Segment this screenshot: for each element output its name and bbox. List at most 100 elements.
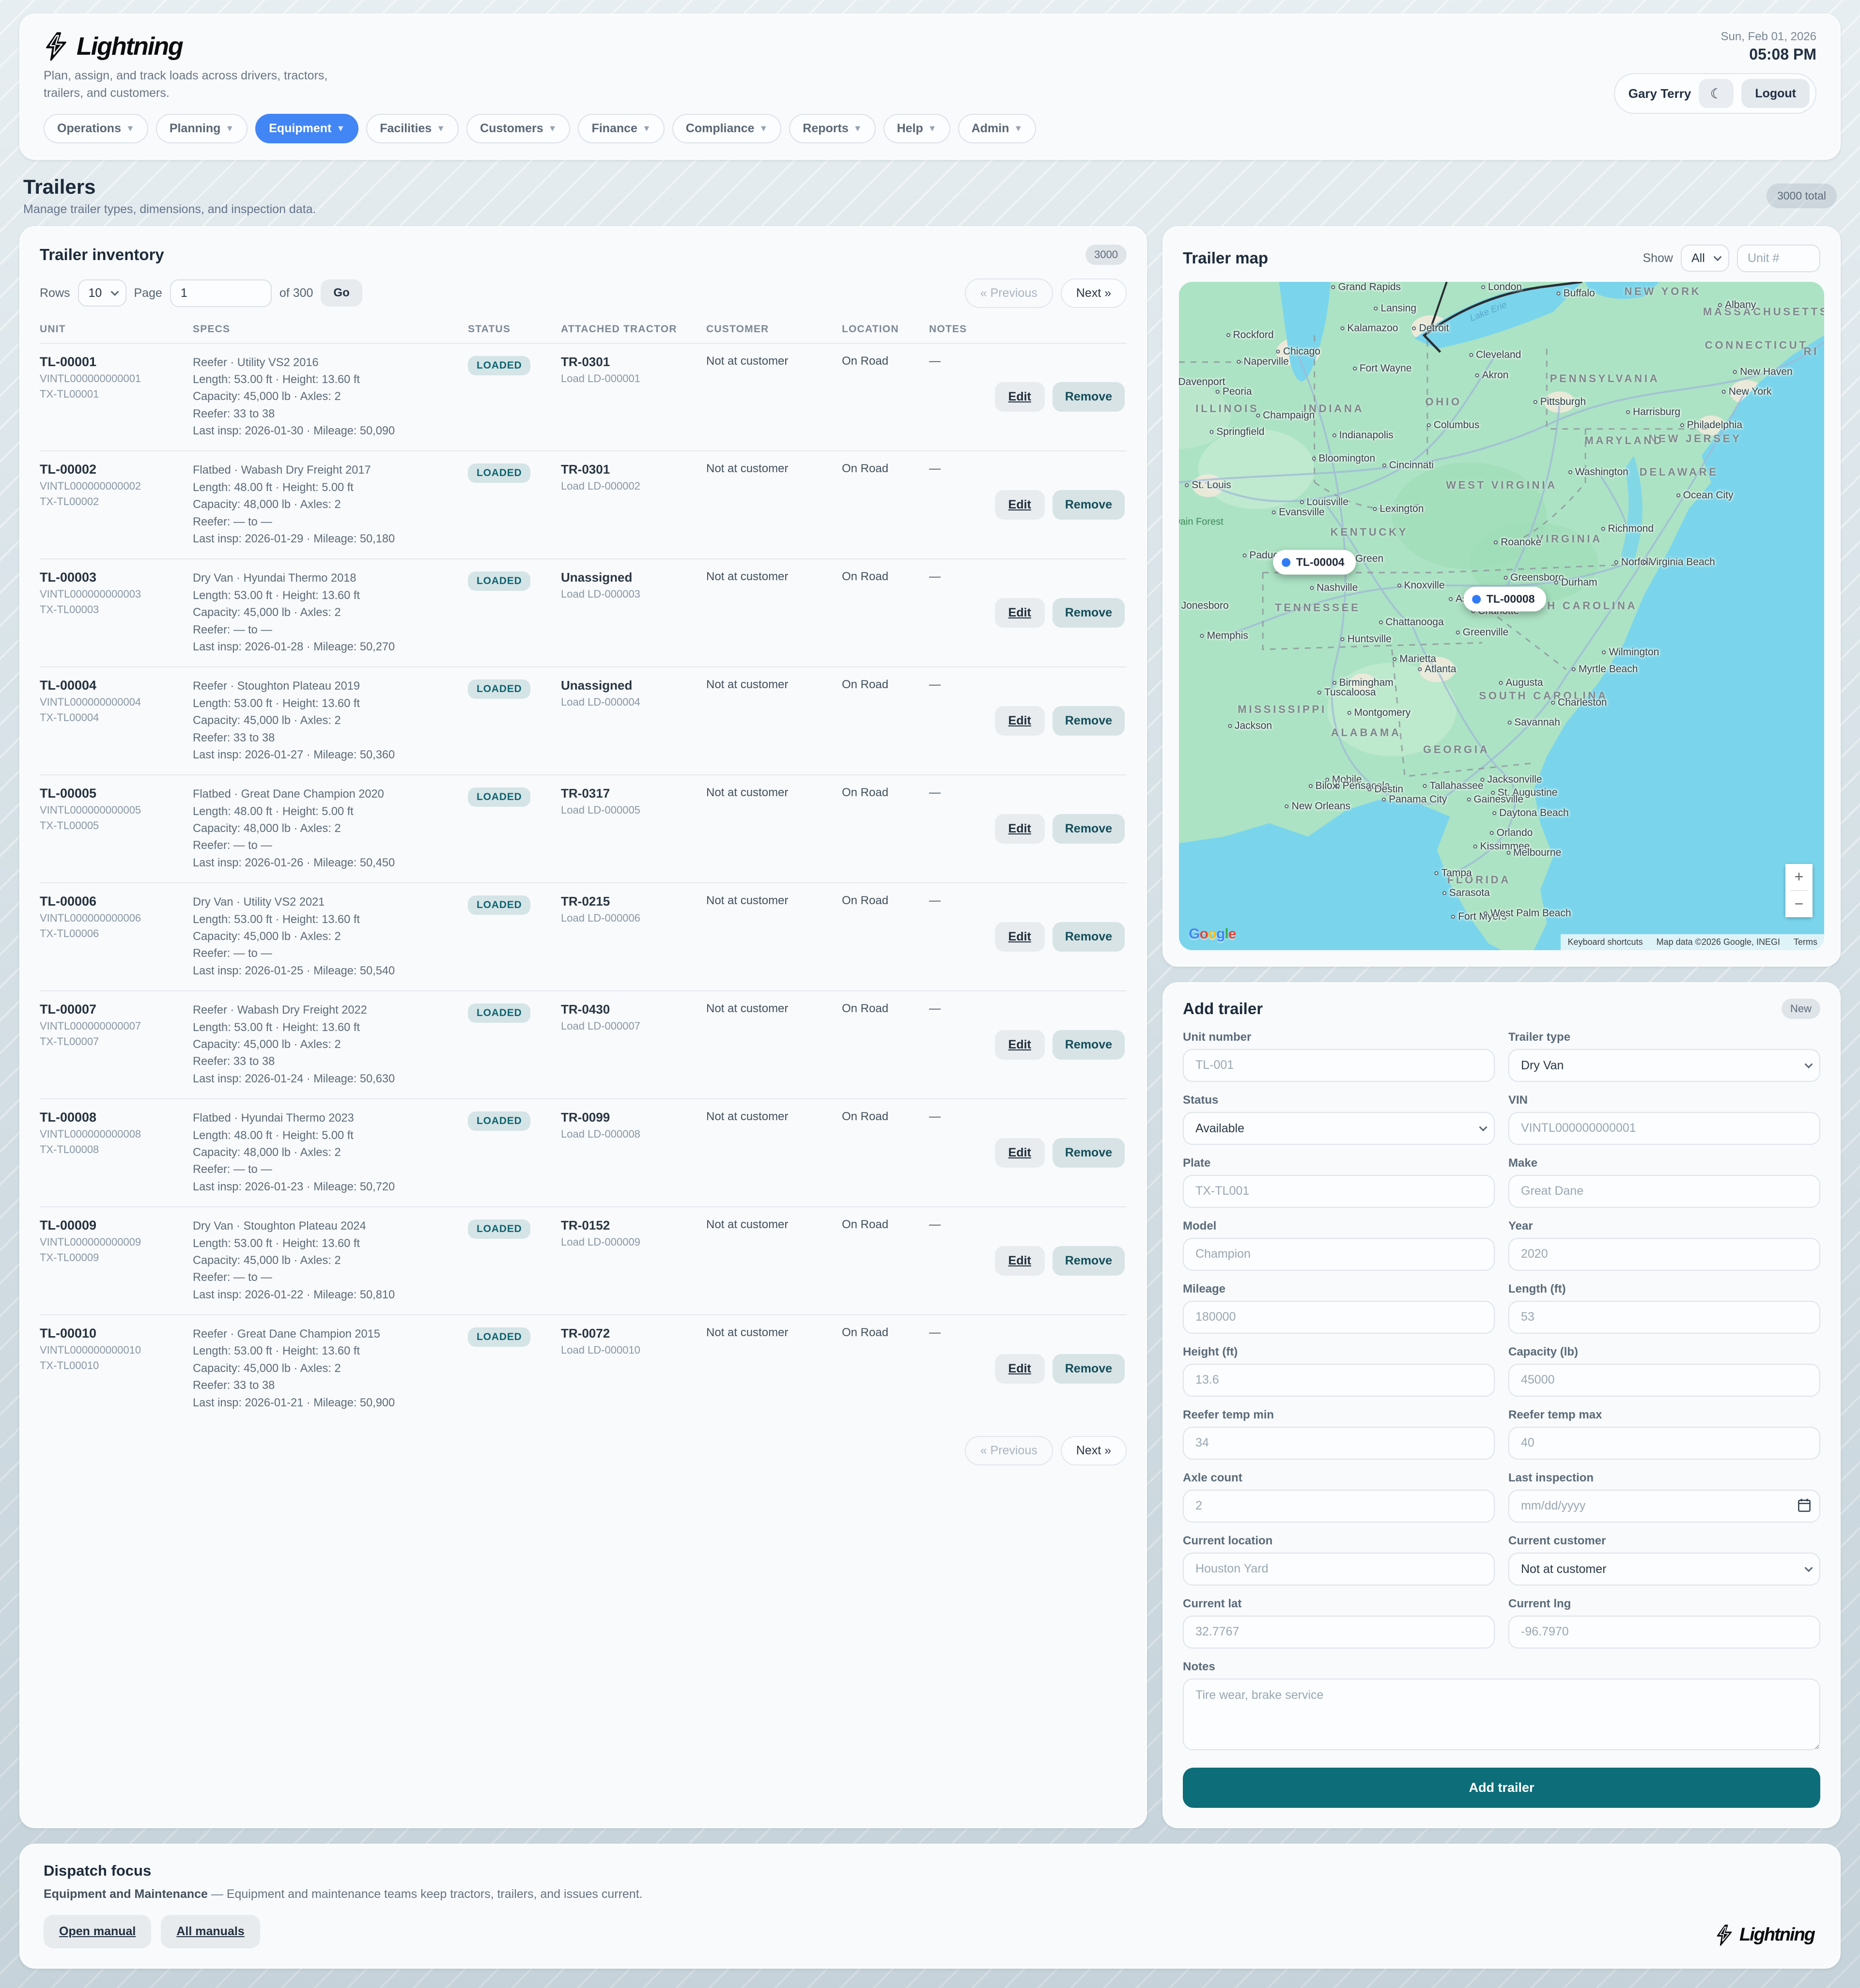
all-manuals-button[interactable]: All manuals (161, 1915, 260, 1948)
current-lng-field[interactable] (1508, 1616, 1820, 1649)
axle-count-field[interactable] (1183, 1490, 1495, 1523)
page-title: Trailers (23, 175, 316, 199)
edit-button[interactable]: Edit (995, 598, 1045, 628)
edit-button[interactable]: Edit (995, 1354, 1045, 1384)
city-dot-icon (1393, 657, 1396, 661)
city-dot-icon (1435, 871, 1439, 875)
footer-title: Dispatch focus (44, 1862, 1816, 1880)
edit-button[interactable]: Edit (995, 706, 1045, 736)
city-dot-icon (1534, 400, 1537, 404)
add-trailer-button[interactable]: Add trailer (1183, 1768, 1820, 1808)
load-id: Load LD-000004 (561, 696, 698, 709)
spec-type: Dry Van · Stoughton Plateau 2024 (193, 1218, 460, 1235)
edit-button[interactable]: Edit (995, 814, 1045, 844)
city-label: Peoria (1216, 386, 1252, 398)
unit-vin: VINTL000000000001 (40, 372, 185, 385)
current-customer-select[interactable]: Not at customer (1508, 1553, 1820, 1586)
remove-button[interactable]: Remove (1053, 382, 1125, 412)
rows-per-page-select[interactable]: 10 (78, 279, 126, 307)
terms-link[interactable]: Terms (1787, 934, 1824, 950)
edit-button[interactable]: Edit (995, 490, 1045, 520)
remove-button[interactable]: Remove (1053, 1138, 1125, 1168)
trailer-marker-tl-00004[interactable]: TL-00004 (1273, 550, 1356, 575)
open-manual-button[interactable]: Open manual (44, 1915, 151, 1948)
mileage-field[interactable] (1183, 1301, 1495, 1334)
year-field[interactable] (1508, 1238, 1820, 1271)
city-dot-icon (1237, 360, 1240, 364)
spec-dims: Length: 48.00 ft · Height: 5.00 ft (193, 1127, 460, 1144)
location-cell: On Road (842, 678, 921, 692)
chevron-down-icon: ▼ (759, 123, 768, 134)
nav-item-planning[interactable]: Planning▼ (156, 114, 248, 143)
remove-button[interactable]: Remove (1053, 598, 1125, 628)
keyboard-shortcuts-link[interactable]: Keyboard shortcuts (1561, 934, 1649, 950)
length-ft-field[interactable] (1508, 1301, 1820, 1334)
dark-mode-toggle[interactable]: ☾ (1699, 79, 1734, 108)
google-map[interactable]: ILLINOISINDIANAOHIOPENNSYLVANIANEW YORKM… (1179, 282, 1824, 950)
last-inspection-field[interactable] (1508, 1490, 1820, 1523)
load-id: Load LD-000008 (561, 1128, 698, 1140)
edit-button[interactable]: Edit (995, 382, 1045, 412)
nav-item-customers[interactable]: Customers▼ (466, 114, 570, 143)
nav-item-admin[interactable]: Admin▼ (958, 114, 1037, 143)
page-number-input[interactable] (170, 279, 272, 307)
status-badge: LOADED (468, 1111, 530, 1131)
status-badge: LOADED (468, 787, 530, 807)
edit-button[interactable]: Edit (995, 1138, 1045, 1168)
spec-type: Reefer · Wabash Dry Freight 2022 (193, 1002, 460, 1019)
city-label: Panama City (1382, 794, 1447, 805)
go-button[interactable]: Go (321, 279, 362, 307)
current-lat-field[interactable] (1183, 1616, 1495, 1649)
remove-button[interactable]: Remove (1053, 922, 1125, 952)
remove-button[interactable]: Remove (1053, 1030, 1125, 1060)
add-trailer-panel: Add trailer New Unit numberTrailer typeD… (1162, 982, 1841, 1828)
nav-item-finance[interactable]: Finance▼ (578, 114, 664, 143)
map-zoom-controls: + − (1785, 864, 1813, 917)
map-unit-filter-input[interactable] (1737, 245, 1820, 272)
next-page-button-top[interactable]: Next » (1061, 278, 1127, 308)
vin-field[interactable] (1508, 1112, 1820, 1145)
edit-button[interactable]: Edit (995, 1030, 1045, 1060)
reefer-temp-max-field[interactable] (1508, 1427, 1820, 1460)
trailer-type-select[interactable]: Dry Van (1508, 1049, 1820, 1082)
notes-cell: — (929, 570, 977, 584)
field-label: Height (ft) (1183, 1345, 1495, 1359)
nav-item-compliance[interactable]: Compliance▼ (672, 114, 782, 143)
edit-button[interactable]: Edit (995, 1246, 1045, 1276)
height-ft-field[interactable] (1183, 1364, 1495, 1397)
map-show-select[interactable]: All (1681, 245, 1729, 272)
next-page-button-bottom[interactable]: Next » (1061, 1436, 1127, 1465)
nav-item-facilities[interactable]: Facilities▼ (366, 114, 459, 143)
capacity-lb-field[interactable] (1508, 1364, 1820, 1397)
reefer-temp-min-field[interactable] (1183, 1427, 1495, 1460)
nav-item-reports[interactable]: Reports▼ (789, 114, 875, 143)
logout-button[interactable]: Logout (1741, 79, 1810, 108)
zoom-in-button[interactable]: + (1785, 864, 1813, 890)
remove-button[interactable]: Remove (1053, 706, 1125, 736)
make-field[interactable] (1508, 1175, 1820, 1208)
notes-textarea[interactable] (1183, 1679, 1820, 1750)
model-field[interactable] (1183, 1238, 1495, 1271)
unit-number-field[interactable] (1183, 1049, 1495, 1082)
status-select[interactable]: Available (1183, 1112, 1495, 1145)
remove-button[interactable]: Remove (1053, 490, 1125, 520)
table-row: TL-00008 VINTL000000000008 TX-TL00008 Fl… (40, 1098, 1127, 1206)
zoom-out-button[interactable]: − (1785, 891, 1813, 917)
remove-button[interactable]: Remove (1053, 1354, 1125, 1384)
plate-field[interactable] (1183, 1175, 1495, 1208)
nav-item-help[interactable]: Help▼ (884, 114, 950, 143)
field-label: Current lat (1183, 1597, 1495, 1611)
previous-page-button-top[interactable]: « Previous (965, 278, 1053, 308)
chevron-down-icon: ▼ (928, 123, 937, 134)
nav-item-operations[interactable]: Operations▼ (44, 114, 148, 143)
current-location-field[interactable] (1183, 1553, 1495, 1586)
trailer-marker-tl-00008[interactable]: TL-00008 (1463, 587, 1547, 612)
remove-button[interactable]: Remove (1053, 814, 1125, 844)
edit-button[interactable]: Edit (995, 922, 1045, 952)
lightning-bolt-icon (1715, 1924, 1734, 1946)
chevron-down-icon: ▼ (436, 123, 445, 134)
nav-item-equipment[interactable]: Equipment▼ (255, 114, 358, 143)
remove-button[interactable]: Remove (1053, 1246, 1125, 1276)
location-cell: On Road (842, 570, 921, 584)
previous-page-button-bottom[interactable]: « Previous (965, 1436, 1053, 1465)
